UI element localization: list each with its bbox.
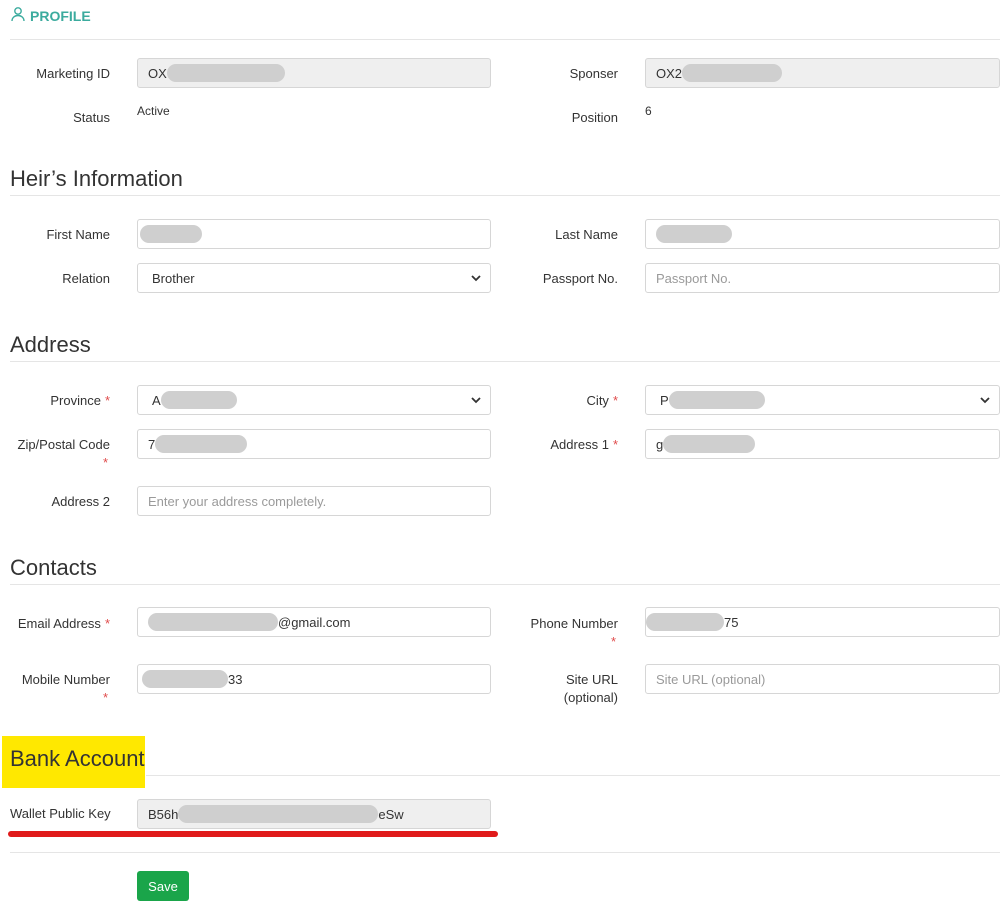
redacted-blur <box>142 670 228 688</box>
phone-label: Phone Number * <box>518 615 618 651</box>
redacted-blur <box>155 435 248 453</box>
province-select[interactable]: A <box>137 385 491 415</box>
mobile-label: Mobile Number * <box>10 671 110 707</box>
city-label-text: City <box>586 393 609 408</box>
mobile-field[interactable]: 33 <box>137 664 491 694</box>
phone-label-text: Phone Number <box>530 616 618 631</box>
contacts-section-title: Contacts <box>10 555 97 580</box>
mobile-label-text: Mobile Number <box>21 672 110 687</box>
relation-value: Brother <box>152 270 195 286</box>
redacted-blur <box>668 391 765 409</box>
position-value: 6 <box>645 104 652 118</box>
sponser-value: OX2 <box>656 65 683 81</box>
phone-field[interactable]: 75 <box>645 607 1000 637</box>
passport-field[interactable]: Passport No. <box>645 263 1000 293</box>
province-value: A <box>152 392 161 408</box>
marketing-id-label: Marketing ID <box>36 66 110 81</box>
relation-select[interactable]: Brother <box>137 263 491 293</box>
zip-value: 7 <box>148 436 156 452</box>
required-mark: * <box>612 437 618 452</box>
marketing-id-value: OX <box>148 65 167 81</box>
passport-label: Passport No. <box>542 271 618 286</box>
required-mark: * <box>102 455 108 470</box>
address1-label: Address 1 * <box>518 436 618 454</box>
first-name-label: First Name <box>46 227 110 242</box>
red-underline-annotation <box>8 831 498 837</box>
divider <box>10 852 1000 853</box>
redacted-blur <box>166 64 285 82</box>
redacted-blur <box>646 613 724 631</box>
zip-label-text: Zip/Postal Code <box>17 437 111 452</box>
divider <box>10 361 1000 362</box>
province-label: Province * <box>10 392 110 410</box>
passport-placeholder: Passport No. <box>656 270 732 286</box>
save-button[interactable]: Save <box>137 871 189 901</box>
phone-value: 75 <box>724 614 739 630</box>
address2-label: Address 2 <box>51 494 110 509</box>
site-url-field[interactable]: Site URL (optional) <box>645 664 1000 694</box>
address2-placeholder: Enter your address completely. <box>148 493 327 509</box>
required-mark: * <box>102 690 108 705</box>
address1-label-text: Address 1 <box>550 437 609 452</box>
address1-field[interactable]: g <box>645 429 1000 459</box>
position-label: Position <box>571 110 618 125</box>
required-mark: * <box>104 393 110 408</box>
wallet-suffix: eSw <box>378 806 404 822</box>
sponser-label: Sponser <box>569 66 618 81</box>
status-value: Active <box>137 104 170 118</box>
mobile-value: 33 <box>228 671 243 687</box>
sponser-field: OX2 <box>645 58 1000 88</box>
heir-section-title: Heir’s Information <box>10 166 183 191</box>
city-label: City * <box>518 392 618 410</box>
page-title: PROFILE <box>30 7 91 24</box>
email-value: @gmail.com <box>278 614 351 630</box>
wallet-prefix: B56h <box>148 806 179 822</box>
redacted-blur <box>682 64 783 82</box>
divider <box>10 195 1000 196</box>
city-value: P <box>660 392 669 408</box>
redacted-blur <box>160 391 237 409</box>
chevron-down-icon <box>980 397 990 404</box>
last-name-label: Last Name <box>555 227 618 242</box>
redacted-blur <box>656 225 732 243</box>
address-section-title: Address <box>10 332 91 357</box>
chevron-down-icon <box>471 275 481 282</box>
divider <box>10 39 1000 40</box>
page-header: PROFILE <box>10 6 91 25</box>
status-label: Status <box>73 110 110 125</box>
city-select[interactable]: P <box>645 385 1000 415</box>
zip-field[interactable]: 7 <box>137 429 491 459</box>
zip-label: Zip/Postal Code * <box>10 436 111 472</box>
required-mark: * <box>104 616 110 631</box>
province-label-text: Province <box>50 393 101 408</box>
chevron-down-icon <box>471 397 481 404</box>
address1-value: g <box>656 436 664 452</box>
first-name-field[interactable] <box>137 219 491 249</box>
relation-label: Relation <box>62 271 110 286</box>
bank-section-title: Bank Account <box>10 746 145 771</box>
required-mark: * <box>610 634 616 649</box>
address2-field[interactable]: Enter your address completely. <box>137 486 491 516</box>
site-url-label-line1: Site URL <box>565 672 618 687</box>
user-icon <box>10 6 26 25</box>
redacted-blur <box>140 225 202 243</box>
required-mark: * <box>612 393 618 408</box>
email-label-text: Email Address <box>17 616 101 631</box>
wallet-field: B56h eSw <box>137 799 491 829</box>
redacted-blur <box>178 805 379 823</box>
divider <box>10 584 1000 585</box>
redacted-blur <box>663 435 756 453</box>
redacted-blur <box>148 613 278 631</box>
email-label: Email Address * <box>10 615 110 633</box>
last-name-field[interactable] <box>645 219 1000 249</box>
site-url-label-line2: (optional) <box>563 690 618 705</box>
email-field[interactable]: @gmail.com <box>137 607 491 637</box>
wallet-label: Wallet Public Key <box>10 806 111 821</box>
marketing-id-field: OX <box>137 58 491 88</box>
site-url-label: Site URL (optional) <box>518 671 618 707</box>
site-url-placeholder: Site URL (optional) <box>656 671 766 687</box>
divider <box>146 775 1000 776</box>
